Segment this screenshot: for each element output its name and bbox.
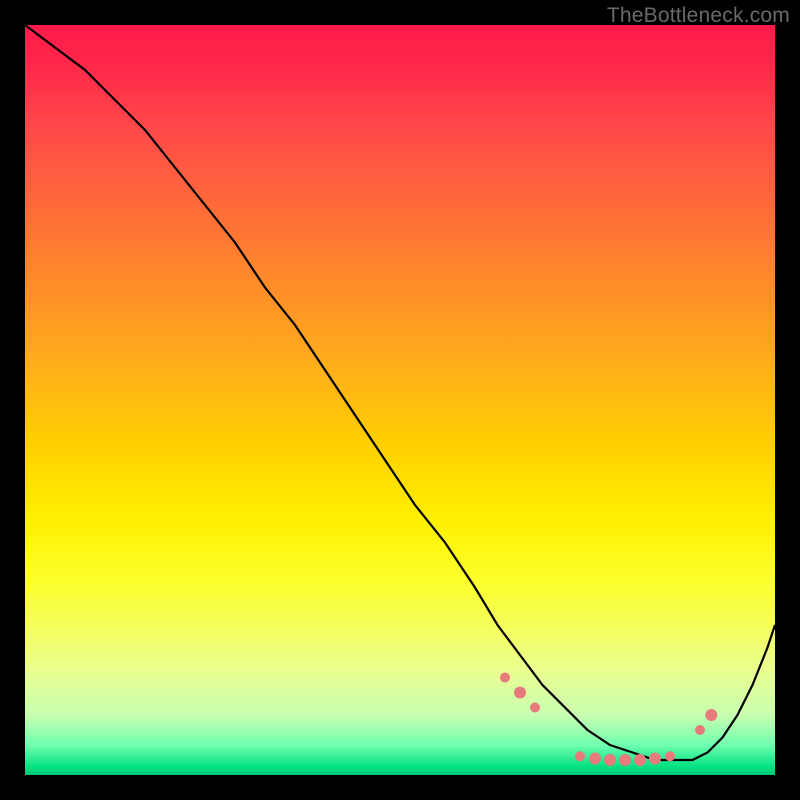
marker-point	[604, 754, 616, 766]
marker-point	[619, 754, 631, 766]
highlight-markers	[500, 673, 717, 767]
marker-point	[695, 725, 705, 735]
chart-frame: TheBottleneck.com	[0, 0, 800, 800]
marker-point	[514, 687, 526, 699]
plot-area	[25, 25, 775, 775]
bottleneck-curve	[25, 25, 775, 760]
marker-point	[530, 703, 540, 713]
marker-point	[575, 751, 585, 761]
watermark-label: TheBottleneck.com	[607, 4, 790, 28]
chart-svg	[25, 25, 775, 775]
marker-point	[500, 673, 510, 683]
marker-point	[665, 751, 675, 761]
marker-point	[649, 753, 661, 765]
marker-point	[634, 754, 646, 766]
marker-point	[705, 709, 717, 721]
marker-point	[589, 753, 601, 765]
